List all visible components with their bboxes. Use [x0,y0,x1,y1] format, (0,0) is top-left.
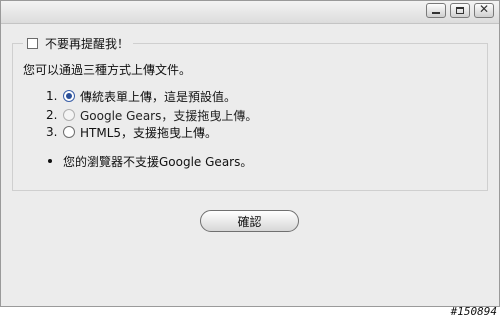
close-button[interactable]: ✕ [474,2,494,18]
option-gears-radio [63,109,75,121]
confirm-button-label: 確認 [237,214,262,229]
dont-remind-label: 不要再提醒我！ [45,36,130,51]
option-form-radio[interactable] [63,90,75,102]
option-number: 3. [46,125,58,139]
option-number: 1. [46,89,58,103]
maximize-icon [456,7,464,14]
option-html5-label: HTML5，支援拖曳上傳。 [80,125,218,140]
title-bar[interactable]: ✕ [1,1,499,24]
maximize-button[interactable] [450,3,470,18]
bullet-icon [48,159,52,163]
option-number: 2. [46,108,58,122]
upload-option-html5[interactable]: 3. HTML5，支援拖曳上傳。 [46,124,217,140]
upload-option-form[interactable]: 1. 傳統表單上傳，這是預設值。 [46,88,236,104]
intro-text: 您可以通過三種方式上傳文件。 [23,63,192,77]
gears-unsupported-note: 您的瀏覽器不支援Google Gears。 [48,153,252,169]
close-icon: ✕ [479,2,490,16]
minimize-button[interactable] [426,3,446,18]
option-html5-radio[interactable] [63,126,75,138]
watermark-text: #150894 [450,305,497,318]
option-gears-label: Google Gears，支援拖曳上傳。 [80,108,258,123]
note-text: 您的瀏覽器不支援Google Gears。 [63,154,253,169]
upload-option-gears: 2. Google Gears，支援拖曳上傳。 [46,107,257,123]
option-form-label: 傳統表單上傳，這是預設值。 [80,89,237,104]
confirm-button[interactable]: 確認 [200,210,299,232]
dont-remind-checkbox[interactable] [27,37,38,49]
minimize-icon [432,12,440,14]
dont-remind-row[interactable]: 不要再提醒我！ [23,34,134,52]
